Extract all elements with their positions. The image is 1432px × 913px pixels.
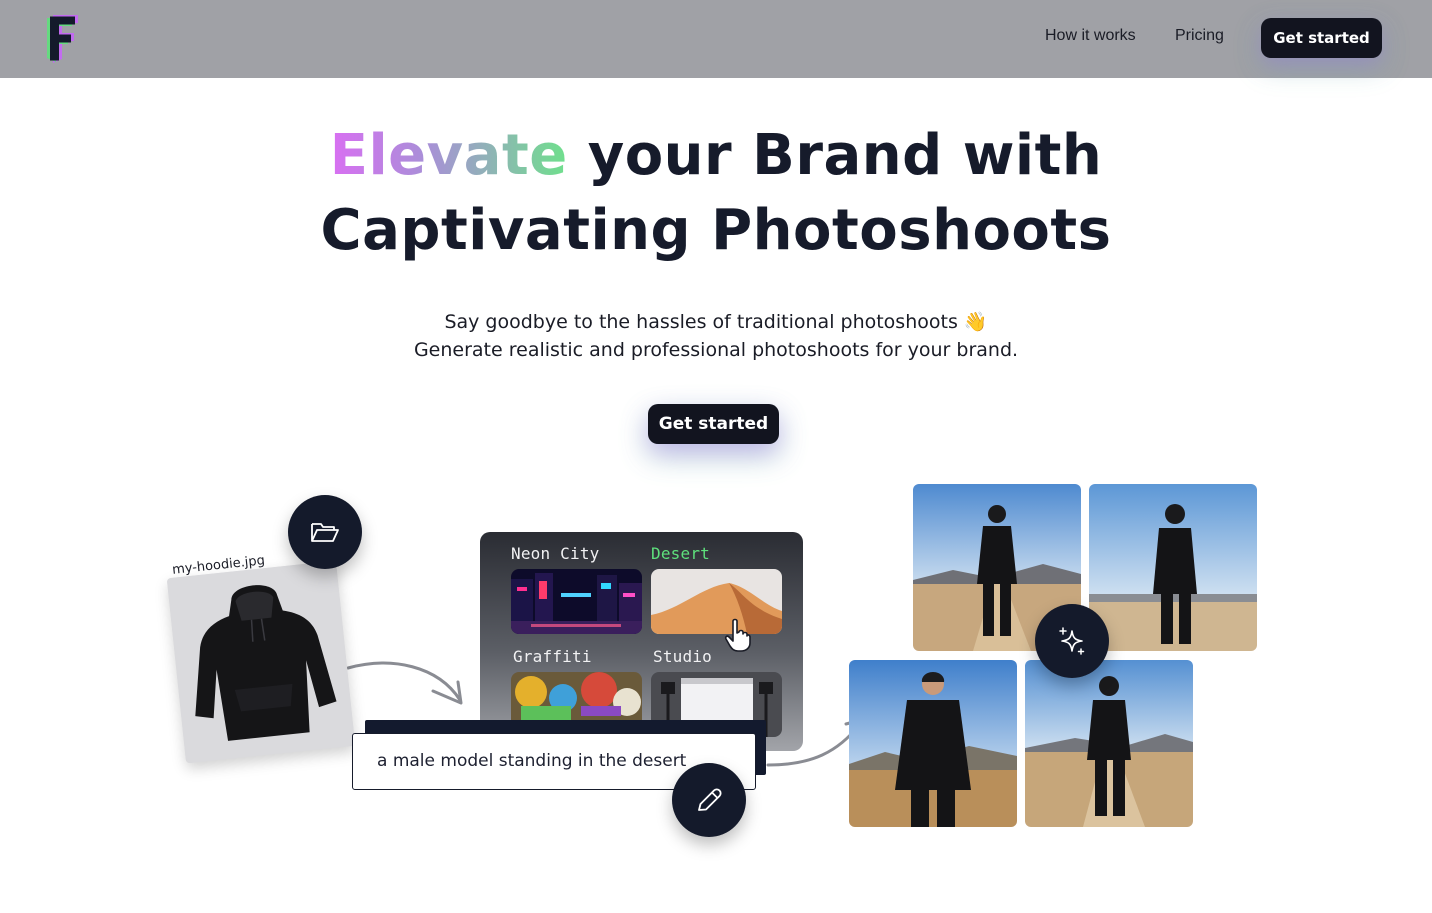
prompt-text: a male model standing in the desert <box>377 751 687 771</box>
neon-city-image <box>511 569 642 634</box>
nav-how-it-works[interactable]: How it works <box>1045 27 1136 45</box>
nav-pricing[interactable]: Pricing <box>1175 27 1224 45</box>
style-label-neon-city[interactable]: Neon City <box>511 544 600 563</box>
style-thumb-neon-city[interactable] <box>511 569 642 634</box>
desert-model-image <box>1025 660 1193 827</box>
hero-title-highlight: Elevate <box>329 123 568 188</box>
desert-model-image <box>1089 484 1257 651</box>
desert-image <box>651 569 782 634</box>
edit-prompt-button[interactable] <box>672 763 746 837</box>
hero-subtitle-line2: Generate realistic and professional phot… <box>413 339 1019 361</box>
style-label-studio[interactable]: Studio <box>653 647 712 666</box>
result-photo-4[interactable] <box>1025 660 1193 827</box>
desert-model-image <box>849 660 1017 827</box>
header-get-started-button[interactable]: Get started <box>1261 18 1382 58</box>
landing-page: How it works Pricing Get started Elevate… <box>0 0 1432 913</box>
f-logo-icon[interactable] <box>44 12 80 64</box>
style-label-graffiti[interactable]: Graffiti <box>513 647 592 666</box>
style-label-desert[interactable]: Desert <box>651 544 710 563</box>
hoodie-image <box>166 560 356 764</box>
folder-open-icon <box>311 523 339 542</box>
upload-folder-button[interactable] <box>288 495 362 569</box>
hero-subtitle: Say goodbye to the hassles of traditiona… <box>0 308 1432 364</box>
style-picker-panel: Neon City Desert Graffiti Studio <box>480 532 803 751</box>
hero-subtitle-line1: Say goodbye to the hassles of traditiona… <box>444 311 988 333</box>
uploaded-hoodie-photo[interactable] <box>166 560 356 764</box>
hero-title-line1: your Brand with <box>567 123 1103 188</box>
hero-title: Elevate your Brand with Captivating Phot… <box>0 118 1432 268</box>
sparkle-icon <box>1059 627 1085 655</box>
generate-button[interactable] <box>1035 604 1109 678</box>
hero-get-started-button[interactable]: Get started <box>648 404 779 444</box>
hero-title-line2: Captivating Photoshoots <box>320 198 1112 263</box>
pencil-icon <box>698 788 722 811</box>
result-photo-2[interactable] <box>1089 484 1257 651</box>
style-thumb-desert[interactable] <box>651 569 782 634</box>
arrow-to-styles <box>346 661 462 702</box>
result-photo-3[interactable] <box>849 660 1017 827</box>
pointer-hand-icon <box>724 618 751 652</box>
site-header: How it works Pricing Get started <box>0 0 1432 78</box>
